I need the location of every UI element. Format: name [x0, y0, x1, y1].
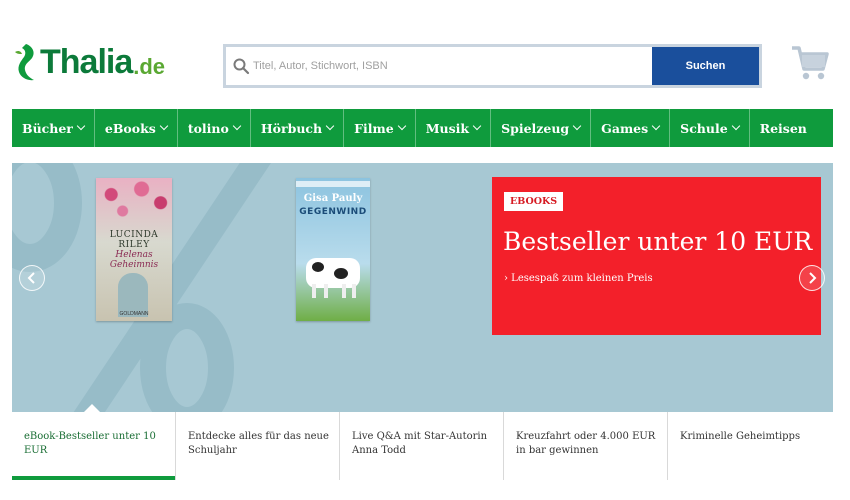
main-navigation: Bücher eBooks tolino Hörbuch Filme Musik… — [12, 109, 833, 147]
nav-label: Schule — [680, 120, 728, 136]
cow-spot — [334, 268, 348, 279]
cow-leg — [324, 284, 328, 298]
search-icon — [233, 58, 250, 75]
nav-item-musik[interactable]: Musik — [416, 109, 492, 147]
chevron-down-icon — [651, 121, 661, 131]
chevron-left-icon — [27, 272, 35, 284]
promo-box[interactable]: EBOOKS Bestseller unter 10 EUR › Lesespa… — [492, 177, 821, 335]
nav-label: tolino — [187, 120, 229, 136]
carousel-tab[interactable]: Kreuzfahrt oder 4.000 EUR in bar gewinne… — [504, 412, 668, 480]
chevron-down-icon — [159, 121, 169, 131]
nav-label: Filme — [354, 120, 394, 136]
nav-label: Bücher — [22, 120, 73, 136]
carousel-prev-button[interactable] — [19, 265, 45, 291]
book-publisher: GOLDMANN — [119, 311, 149, 317]
cow-spot — [312, 262, 324, 272]
logo-text: Thalia — [40, 42, 133, 81]
chevron-down-icon — [232, 121, 242, 131]
cart-icon[interactable] — [790, 42, 830, 82]
cow-leg — [342, 284, 346, 298]
nav-item-filme[interactable]: Filme — [344, 109, 416, 147]
nav-label: Reisen — [759, 120, 807, 136]
carousel-next-button[interactable] — [799, 265, 825, 291]
chevron-right-icon — [809, 272, 817, 284]
book-cover-helenas-geheimnis[interactable]: LUCINDA RILEY Helenas Geheimnis GOLDMANN — [96, 178, 172, 321]
nav-label: Hörbuch — [260, 120, 323, 136]
book-cover-gegenwind[interactable]: Gisa Pauly GEGENWIND — [296, 178, 370, 321]
nav-item-tolino[interactable]: tolino — [178, 109, 251, 147]
carousel-tab[interactable]: Live Q&A mit Star-Autorin Anna Todd — [340, 412, 504, 480]
nav-item-hoerbuch[interactable]: Hörbuch — [251, 109, 345, 147]
promo-title: Bestseller unter 10 EUR — [503, 227, 813, 256]
cow-leg — [352, 284, 356, 298]
chevron-down-icon — [325, 121, 335, 131]
chevron-down-icon — [472, 121, 482, 131]
book-author: LUCINDA RILEY — [109, 230, 159, 250]
logo-tld: .de — [133, 54, 166, 79]
carousel-tab[interactable]: eBook-Bestseller unter 10 EUR — [12, 404, 176, 480]
promo-link[interactable]: › Lesespaß zum kleinen Preis — [504, 273, 653, 284]
cover-strip — [296, 181, 370, 187]
carousel-tab[interactable]: Entdecke alles für das neue Schuljahr — [176, 412, 340, 480]
carousel-tabs: eBook-Bestseller unter 10 EUR Entdecke a… — [12, 404, 833, 480]
nav-label: Spielzeug — [501, 120, 570, 136]
nav-label: eBooks — [104, 120, 156, 136]
nav-item-buecher[interactable]: Bücher — [12, 109, 95, 147]
book-title: Helenas Geheimnis — [109, 250, 159, 270]
cow-leg — [312, 284, 316, 298]
nav-item-schule[interactable]: Schule — [670, 109, 750, 147]
carousel-tab[interactable]: Kriminelle Geheimtipps — [668, 412, 832, 480]
nav-item-ebooks[interactable]: eBooks — [95, 109, 178, 147]
mermaid-logo-icon — [15, 44, 34, 81]
nav-item-spielzeug[interactable]: Spielzeug — [491, 109, 592, 147]
chevron-down-icon — [731, 121, 740, 131]
nav-item-reisen[interactable]: Reisen — [750, 109, 817, 147]
search-button[interactable]: Suchen — [652, 47, 759, 85]
chevron-down-icon — [76, 121, 86, 131]
nav-label: Musik — [425, 120, 470, 136]
nav-label: Games — [601, 120, 649, 136]
nav-item-games[interactable]: Games — [591, 109, 671, 147]
book-title: GEGENWIND — [299, 207, 367, 217]
hero-banner[interactable]: LUCINDA RILEY Helenas Geheimnis GOLDMANN… — [12, 163, 833, 412]
promo-badge: EBOOKS — [504, 192, 564, 211]
thalia-logo[interactable]: Thalia .de — [12, 40, 165, 84]
search-bar: Suchen — [223, 44, 762, 88]
cover-flowers — [96, 178, 172, 233]
book-author: Gisa Pauly — [303, 193, 363, 204]
chevron-down-icon — [572, 121, 582, 131]
chevron-down-icon — [397, 121, 406, 131]
search-input[interactable] — [250, 47, 652, 85]
